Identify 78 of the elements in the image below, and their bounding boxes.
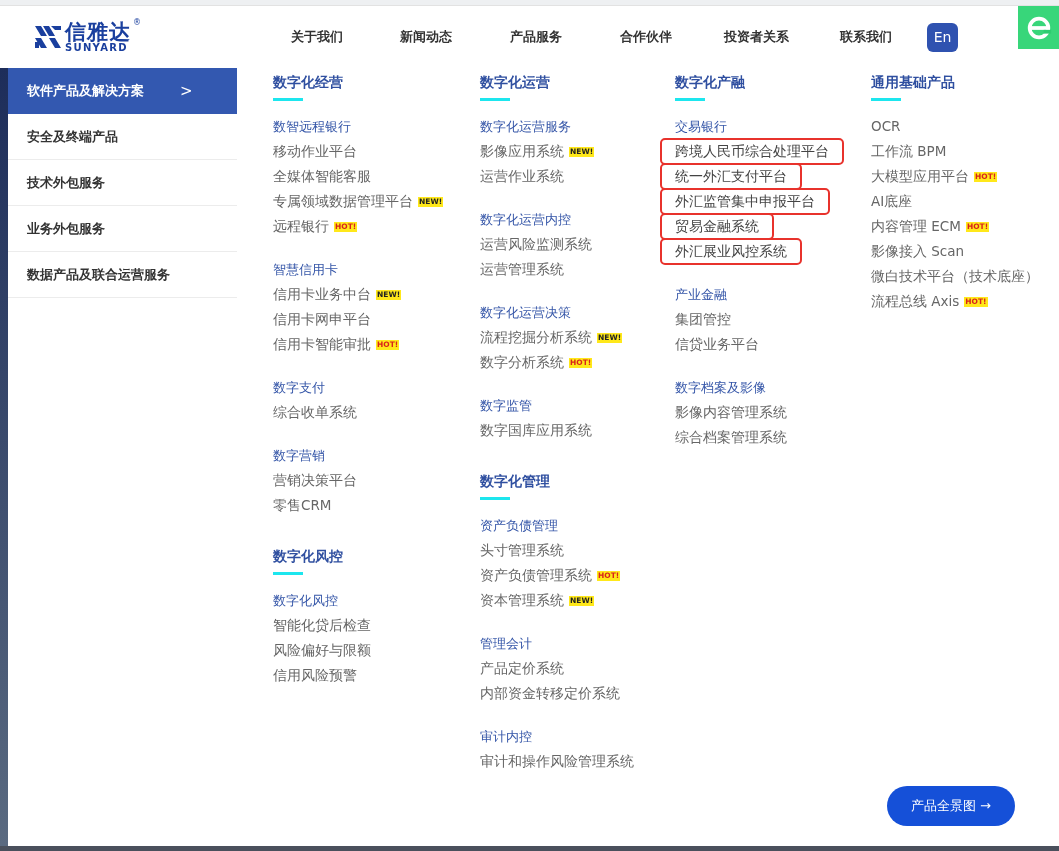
sidebar-item[interactable]: 安全及终端产品 bbox=[8, 114, 237, 160]
product-link[interactable]: 内容管理 ECM bbox=[871, 216, 961, 237]
product-link[interactable]: AI底座 bbox=[871, 191, 913, 212]
group-link[interactable]: 智慧信用卡 bbox=[273, 257, 480, 282]
product-link[interactable]: 影像内容管理系统 bbox=[675, 402, 787, 423]
product-link[interactable]: 跨境人民币综合处理平台 bbox=[663, 141, 841, 162]
group-link[interactable]: 数智远程银行 bbox=[273, 114, 480, 139]
product-link[interactable]: OCR bbox=[871, 116, 901, 137]
nav-link[interactable]: 合作伙伴 bbox=[591, 28, 701, 46]
product-link[interactable]: 综合收单系统 bbox=[273, 402, 357, 423]
nav-link[interactable]: 联系我们 bbox=[811, 28, 921, 46]
group-link[interactable]: 数字化风控 bbox=[273, 588, 480, 613]
product-link[interactable]: 产品定价系统 bbox=[480, 658, 564, 679]
group-link[interactable]: 数字档案及影像 bbox=[675, 375, 871, 400]
product-link[interactable]: 信用卡业务中台 bbox=[273, 284, 371, 305]
browser-logo-icon[interactable] bbox=[1018, 6, 1059, 49]
product-link[interactable]: 统一外汇支付平台 bbox=[663, 166, 799, 187]
product-link[interactable]: 流程挖掘分析系统 bbox=[480, 327, 592, 348]
product-link[interactable]: 外汇展业风控系统 bbox=[663, 241, 799, 262]
group-link[interactable]: 资产负债管理 bbox=[480, 513, 675, 538]
product-link[interactable]: 资产负债管理系统 bbox=[480, 565, 592, 586]
group-link[interactable]: 数字监管 bbox=[480, 393, 675, 418]
overview-button[interactable]: 产品全景图 → bbox=[887, 786, 1015, 826]
product-link[interactable]: 审计和操作风险管理系统 bbox=[480, 751, 634, 772]
product-link[interactable]: 信用风险预警 bbox=[273, 665, 357, 686]
product-link[interactable]: 数字国库应用系统 bbox=[480, 420, 592, 441]
sidebar-item[interactable]: 数据产品及联合运营服务 bbox=[8, 252, 237, 298]
nav-link[interactable]: 产品服务 bbox=[481, 28, 591, 46]
product-link[interactable]: 运营风险监测系统 bbox=[480, 234, 592, 255]
product-link[interactable]: 信用卡网申平台 bbox=[273, 309, 371, 330]
product-link[interactable]: 影像接入 Scan bbox=[871, 241, 965, 262]
group-link[interactable]: 交易银行 bbox=[675, 114, 871, 139]
product-link[interactable]: 大模型应用平台 bbox=[871, 166, 969, 187]
group-link[interactable]: 数字支付 bbox=[273, 375, 480, 400]
product-link[interactable]: 零售CRM bbox=[273, 495, 332, 516]
group-link[interactable]: 审计内控 bbox=[480, 724, 675, 749]
nav-link[interactable]: 关于我们 bbox=[291, 28, 371, 46]
section-heading: 数字化经营 bbox=[273, 72, 480, 101]
registered-mark: ® bbox=[133, 17, 141, 27]
product-link[interactable]: 移动作业平台 bbox=[273, 141, 357, 162]
product-link[interactable]: 资本管理系统 bbox=[480, 590, 564, 611]
sidebar-item[interactable]: 技术外包服务 bbox=[8, 160, 237, 206]
product-link[interactable]: 智能化贷后检查 bbox=[273, 615, 371, 636]
product-link[interactable]: 运营作业系统 bbox=[480, 166, 564, 187]
group-link[interactable]: 管理会计 bbox=[480, 631, 675, 656]
sidebar-item[interactable]: 业务外包服务 bbox=[8, 206, 237, 252]
nav-link[interactable]: 投资者关系 bbox=[701, 28, 811, 46]
section-heading: 数字化管理 bbox=[480, 471, 675, 500]
section-heading: 数字化风控 bbox=[273, 546, 480, 575]
sidebar-item[interactable]: 软件产品及解决方案 > bbox=[8, 68, 237, 114]
group-link[interactable]: 数字化运营决策 bbox=[480, 300, 675, 325]
product-link[interactable]: 内部资金转移定价系统 bbox=[480, 683, 620, 704]
section-heading: 数字化产融 bbox=[675, 72, 871, 101]
product-link[interactable]: 远程银行 bbox=[273, 216, 329, 237]
product-link[interactable]: 风险偏好与限额 bbox=[273, 640, 371, 661]
language-button[interactable]: En bbox=[927, 22, 958, 52]
section-heading: 通用基础产品 bbox=[871, 72, 1059, 101]
product-link[interactable]: 信用卡智能审批 bbox=[273, 334, 371, 355]
group-link[interactable]: 数字营销 bbox=[273, 443, 480, 468]
logo-subtitle: SUNYARD bbox=[65, 42, 128, 53]
product-link[interactable]: 营销决策平台 bbox=[273, 470, 357, 491]
product-link[interactable]: 全媒体智能客服 bbox=[273, 166, 371, 187]
product-link[interactable]: 影像应用系统 bbox=[480, 141, 564, 162]
product-link[interactable]: 工作流 BPM bbox=[871, 141, 947, 162]
product-link[interactable]: 头寸管理系统 bbox=[480, 540, 564, 561]
group-link[interactable]: 数字化运营服务 bbox=[480, 114, 675, 139]
logo-name: 信雅达 bbox=[65, 21, 131, 43]
product-link[interactable]: 流程总线 Axis bbox=[871, 291, 960, 312]
product-link[interactable]: 集团管控 bbox=[675, 309, 731, 330]
section-heading: 数字化运营 bbox=[480, 72, 675, 101]
product-link[interactable]: 专属领域数据管理平台 bbox=[273, 191, 413, 212]
product-link[interactable]: 运营管理系统 bbox=[480, 259, 564, 280]
group-link[interactable]: 产业金融 bbox=[675, 282, 871, 307]
product-link[interactable]: 信贷业务平台 bbox=[675, 334, 759, 355]
product-link[interactable]: 综合档案管理系统 bbox=[675, 427, 787, 448]
product-link[interactable]: 微白技术平台（技术底座） bbox=[871, 266, 1039, 287]
nav-link[interactable]: 新闻动态 bbox=[371, 28, 481, 46]
product-link[interactable]: 数字分析系统 bbox=[480, 352, 564, 373]
